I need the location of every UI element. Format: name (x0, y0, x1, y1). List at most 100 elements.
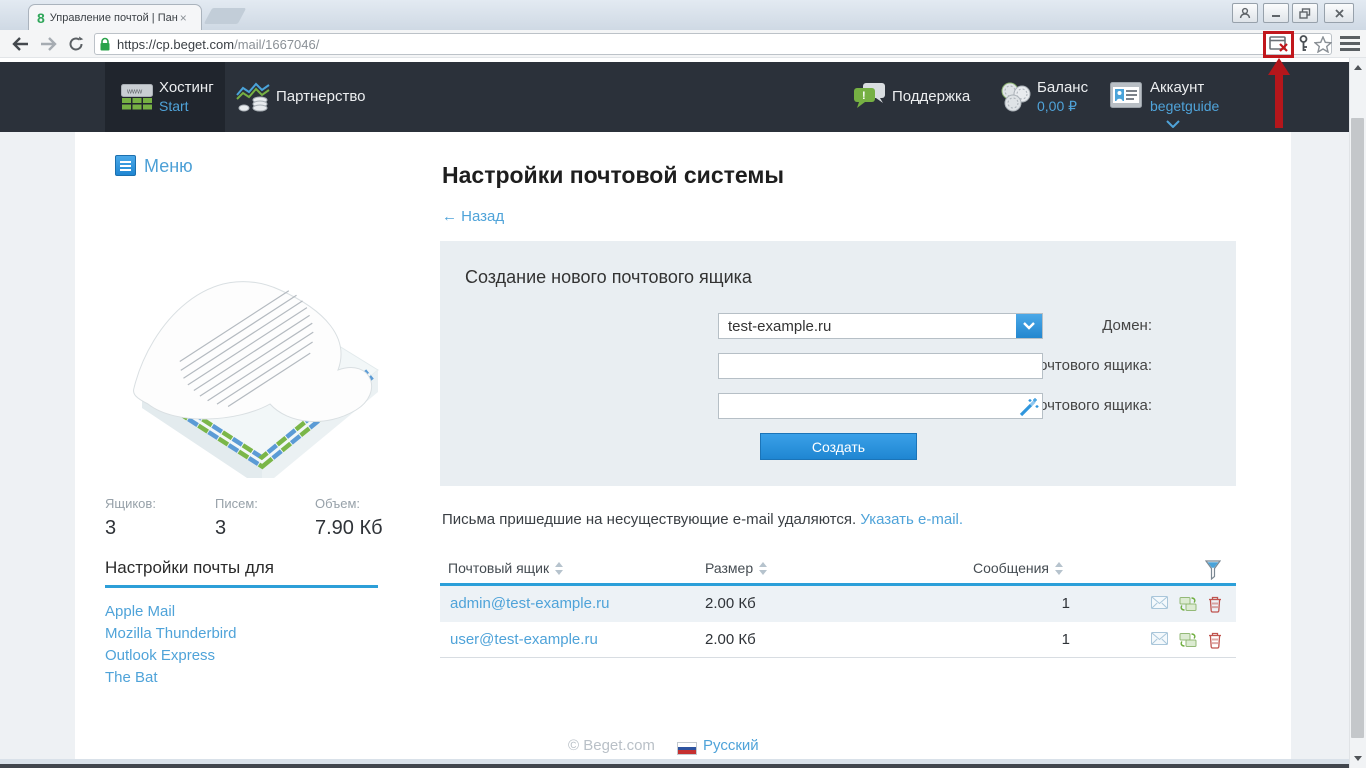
stat-letters-label: Писем: (215, 496, 258, 511)
select-arrow-button[interactable] (1016, 314, 1042, 338)
sort-icon (1055, 562, 1064, 575)
mail-settings-heading: Настройки почты для (105, 558, 274, 578)
forwarding-icon[interactable] (1179, 596, 1197, 613)
password-key-icon[interactable] (1292, 33, 1314, 55)
webmail-envelope-icon[interactable] (1151, 596, 1168, 613)
stat-mailboxes-value: 3 (105, 517, 116, 540)
language-link[interactable]: Русский (703, 737, 759, 754)
stat-mailboxes-label: Ящиков: (105, 496, 156, 511)
navbar-item-partner[interactable]: Партнерство (228, 62, 378, 132)
webmail-envelope-icon[interactable] (1151, 632, 1168, 649)
table-row: user@test-example.ru 2.00 Кб 1 (440, 622, 1236, 658)
link-apple-mail[interactable]: Apple Mail (105, 603, 175, 620)
specify-email-link[interactable]: Указать e-mail. (860, 511, 963, 528)
svg-text:!: ! (862, 90, 866, 102)
heading-underline (105, 585, 378, 588)
delete-trash-icon[interactable] (1208, 632, 1222, 649)
mailbox-link[interactable]: user@test-example.ru (450, 631, 598, 648)
back-icon (12, 37, 29, 51)
support-chat-icon: ! (854, 82, 886, 112)
partner-chart-coins-icon (236, 82, 270, 114)
col-header-mailbox[interactable]: Почтовый ящик (448, 560, 564, 576)
sort-icon (759, 562, 768, 575)
col-header-size[interactable]: Размер (705, 560, 768, 576)
create-mailbox-panel: Создание нового почтового ящика Домен: t… (440, 241, 1236, 486)
domain-select-value: test-example.ru (728, 318, 831, 335)
annotation-highlight-box (1263, 31, 1294, 58)
mailbox-messages: 1 (1040, 595, 1070, 612)
minimize-button[interactable] (1263, 3, 1289, 23)
bookmark-star-icon[interactable] (1312, 33, 1334, 55)
navbar-item-account[interactable]: Аккаунт begetguide (1110, 62, 1235, 132)
scroll-up-arrow[interactable] (1351, 61, 1364, 74)
filter-icon[interactable] (1205, 560, 1221, 585)
copyright: © Beget.com (568, 737, 655, 754)
tab-close-icon[interactable]: × (180, 11, 187, 25)
beget-favicon-icon: 8 (37, 10, 45, 26)
back-button[interactable] (8, 33, 32, 55)
forwarding-icon[interactable] (1179, 632, 1197, 649)
url-text: https://cp.beget.com/mail/1667046/ (117, 37, 319, 52)
annotation-arrow-shaft (1275, 74, 1283, 128)
navbar-item-balance[interactable]: Баланс 0,00 ₽ (1000, 62, 1095, 132)
generate-password-wand-icon[interactable] (1019, 397, 1039, 417)
sidebar-menu-label[interactable]: Меню (144, 156, 193, 177)
tab-title: Управление почтой | Пан (50, 12, 178, 24)
mail-illustration (120, 228, 390, 478)
user-icon (1239, 7, 1251, 19)
sort-icon (555, 562, 564, 575)
forward-button[interactable] (36, 33, 60, 55)
menu-button[interactable] (1340, 36, 1360, 57)
profile-button[interactable] (1232, 3, 1258, 23)
reload-button[interactable] (64, 33, 88, 55)
back-link[interactable]: ← Назад (442, 208, 504, 225)
balance-coins-icon (1000, 82, 1032, 112)
close-icon (1334, 8, 1345, 19)
address-bar[interactable]: https://cp.beget.com/mail/1667046/ (94, 33, 1332, 55)
site-navbar: www Хостинг Start Партнерство ! Поддержк… (0, 62, 1349, 132)
hamburger-icon (1340, 36, 1360, 52)
hosting-folder-icon: www (121, 84, 153, 111)
taskbar-edge-dark (0, 764, 1349, 768)
stat-letters-value: 3 (215, 517, 226, 540)
browser-titlebar (0, 0, 1366, 30)
table-row: admin@test-example.ru 2.00 Кб 1 (440, 586, 1236, 622)
mailbox-size: 2.00 Кб (705, 631, 756, 648)
navbar-item-hosting[interactable]: www Хостинг Start (105, 62, 225, 132)
navbar-item-support[interactable]: ! Поддержка (848, 62, 978, 132)
mailbox-link[interactable]: admin@test-example.ru (450, 595, 609, 612)
create-button[interactable]: Создать (760, 433, 917, 460)
domain-select[interactable]: test-example.ru (718, 313, 1043, 339)
scroll-down-arrow[interactable] (1351, 752, 1364, 765)
page-title: Настройки почтовой системы (442, 162, 784, 189)
restore-button[interactable] (1292, 3, 1318, 23)
russian-flag-icon[interactable] (677, 742, 697, 755)
account-card-icon (1110, 82, 1142, 108)
delete-trash-icon[interactable] (1208, 596, 1222, 613)
chevron-down-icon (1023, 322, 1035, 330)
stat-volume-label: Объем: (315, 496, 360, 511)
forward-icon (40, 37, 57, 51)
mailbox-password-input[interactable] (719, 394, 1042, 418)
lock-icon[interactable] (99, 37, 111, 52)
create-panel-heading: Создание нового почтового ящика (465, 267, 752, 288)
scrollbar-thumb[interactable] (1351, 118, 1364, 738)
annotation-arrow-head (1268, 58, 1290, 75)
notice-text: Письма пришедшие на несуществующие e-mai… (442, 511, 963, 528)
restore-icon (1299, 8, 1311, 19)
link-mozilla-thunderbird[interactable]: Mozilla Thunderbird (105, 625, 236, 642)
close-button[interactable] (1324, 3, 1354, 23)
mailbox-size: 2.00 Кб (705, 595, 756, 612)
reload-icon (68, 36, 84, 52)
mailbox-messages: 1 (1040, 631, 1070, 648)
svg-text:www: www (126, 89, 143, 96)
stat-volume-value: 7.90 Кб (315, 517, 383, 540)
link-outlook-express[interactable]: Outlook Express (105, 647, 215, 664)
col-header-messages[interactable]: Сообщения (973, 560, 1064, 576)
mailbox-name-input[interactable] (719, 354, 1042, 378)
browser-tab[interactable]: 8 Управление почтой | Пан × (28, 4, 202, 30)
link-the-bat[interactable]: The Bat (105, 669, 158, 686)
sidebar-menu-button[interactable] (115, 155, 136, 176)
chevron-down-icon[interactable] (1166, 120, 1180, 128)
minimize-icon (1271, 8, 1281, 18)
